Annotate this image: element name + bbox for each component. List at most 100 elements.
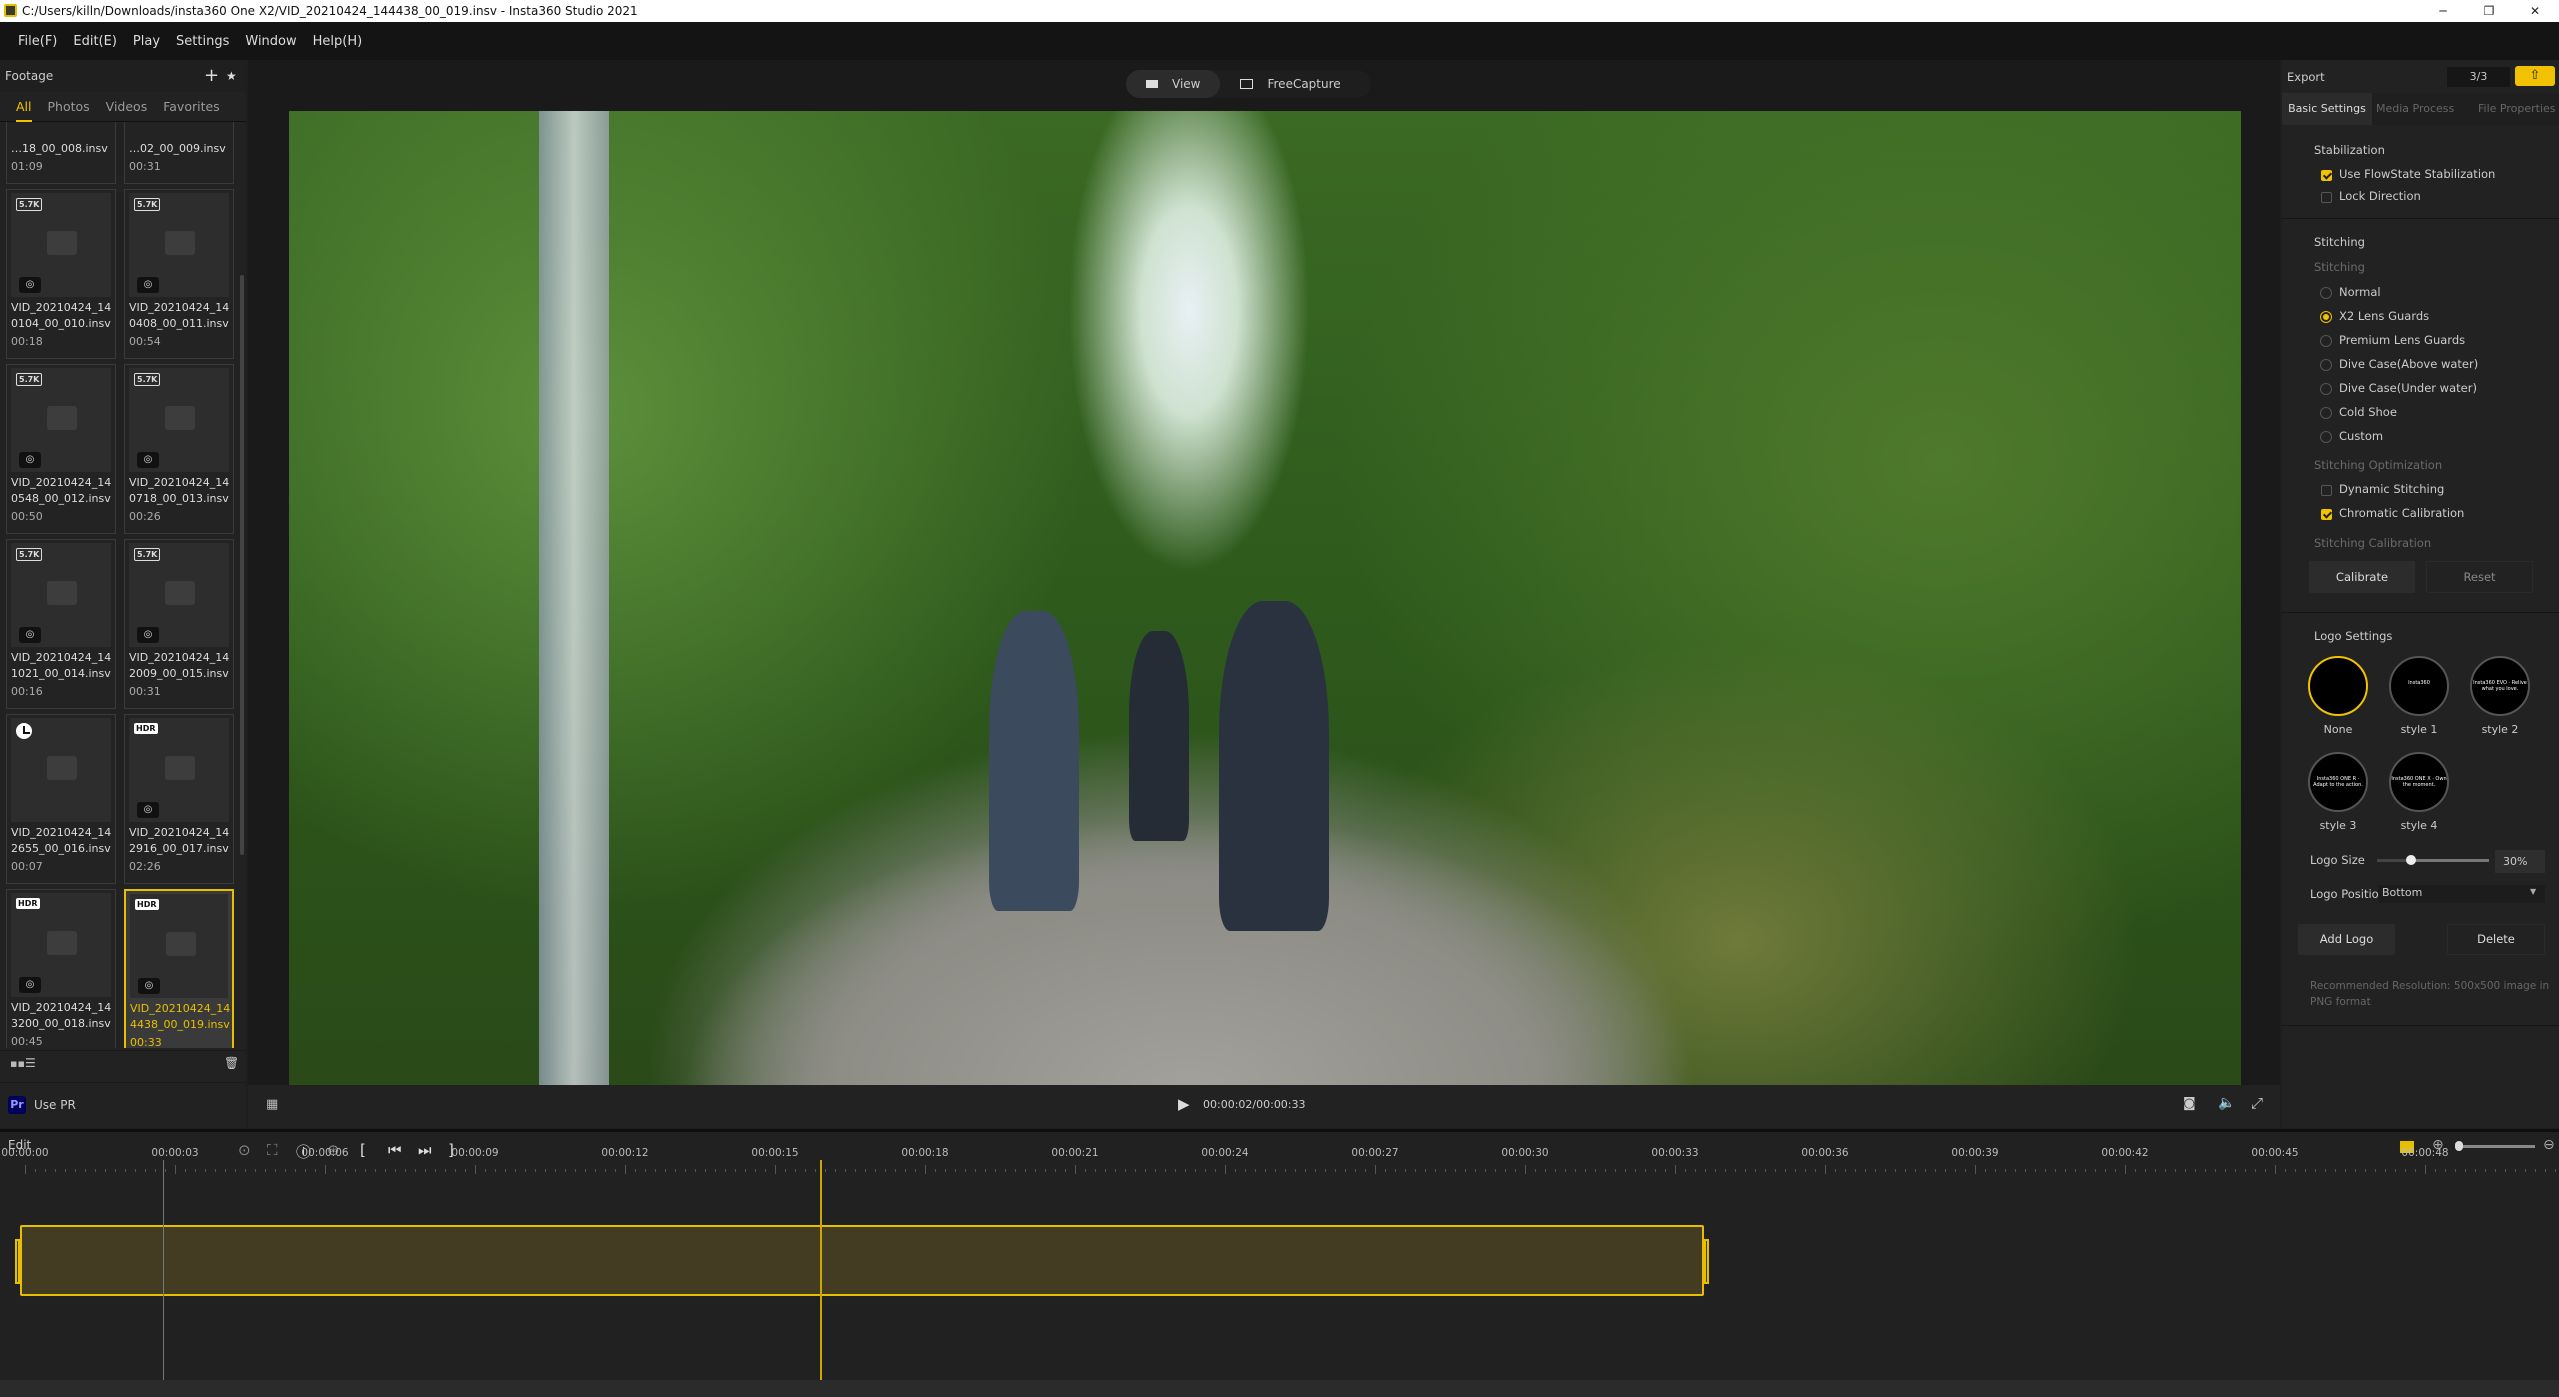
footage-item[interactable]: 5.7K ◎ VID_20210424_140718_00_013.insv 00:2… [124,364,234,534]
delete-icon[interactable]: 🗑 [224,1056,239,1070]
stitching-radio[interactable] [2320,359,2332,371]
footage-item[interactable]: 5.7K ◎ VID_20210424_140548_00_012.insv 00:5… [6,364,116,534]
tab-media-process[interactable]: Media Process [2376,93,2454,125]
next-icon[interactable]: ⏭ [418,1141,432,1159]
tab-all[interactable]: All [16,92,32,122]
footage-item[interactable]: HDR ◎ VID_20210424_144438_00_019.insv 00:33 [124,889,234,1048]
view-mode-button[interactable]: View [1126,70,1221,98]
playhead[interactable] [820,1160,822,1380]
footage-item[interactable]: 5.7K ◎ VID_20210424_142009_00_015.insv 00:3… [124,539,234,709]
menu-play[interactable]: Play [133,34,160,49]
footage-item[interactable]: 5.7K ◎ VID_20210424_141021_00_014.insv 00:1… [6,539,116,709]
time-tick-label: 00:00:00 [1,1147,49,1159]
use-pr-button[interactable]: Pr Use PR [0,1082,246,1127]
tick-mark [2245,1169,2246,1172]
logo-position-value: Bottom [2382,886,2423,899]
image-placeholder-icon [47,756,77,780]
minimize-button[interactable]: ─ [2420,0,2466,22]
footage-item[interactable]: HDR ◎ VID_20210424_143200_00_018.insv 00:45 [6,889,116,1048]
tick-mark [1305,1169,1306,1172]
stitching-radio[interactable] [2320,407,2332,419]
menu-settings[interactable]: Settings [176,34,229,49]
logo-style-option[interactable] [2308,656,2368,716]
deep-track-icon[interactable]: ⛶ [267,1141,278,1159]
stitching-radio[interactable] [2320,287,2332,299]
tick-mark [1275,1169,1276,1172]
add-favorite-icon[interactable]: ★ [226,60,237,92]
timeline-zoom-handle[interactable] [2455,1141,2463,1151]
stitching-radio[interactable] [2320,383,2332,395]
stitching-radio[interactable] [2320,431,2332,443]
tab-basic-settings[interactable]: Basic Settings [2282,93,2372,125]
logo-style-option[interactable]: Insta360 [2389,656,2449,716]
footage-item[interactable]: 5.7K◎…02_00_009.insv00:31 [124,122,234,184]
dynamic-stitching-checkbox[interactable] [2321,485,2332,496]
stitch-icon[interactable]: ▦ [266,1097,278,1112]
logo-size-slider-handle[interactable] [2405,855,2416,865]
menu-edit[interactable]: Edit(E) [73,34,117,49]
delete-logo-button[interactable]: Delete [2447,924,2545,955]
keyframe-icon[interactable]: ⊙ [238,1141,251,1159]
play-icon[interactable]: ▶ [1178,1095,1190,1113]
footage-item[interactable]: 5.7K◎…18_00_008.insv01:09 [6,122,116,184]
freecapture-mode-button[interactable]: FreeCapture [1220,70,1360,98]
time-tick-label: 00:00:42 [2101,1147,2149,1159]
lock-direction-checkbox[interactable] [2321,192,2332,203]
tab-videos[interactable]: Videos [106,92,148,122]
stitching-radio[interactable] [2320,335,2332,347]
tick-mark [1175,1169,1176,1172]
trim-start-icon[interactable]: [ [360,1141,366,1159]
tick-mark [1555,1169,1556,1172]
tick-mark [1625,1169,1626,1172]
tab-file-properties[interactable]: File Properties [2478,93,2556,125]
tick-mark [2085,1169,2086,1172]
footage-item[interactable]: VID_20210424_142655_00_016.insv 00:07 [6,714,116,884]
close-button[interactable]: ✕ [2512,0,2558,22]
menu-window[interactable]: Window [245,34,296,49]
clip-start-handle[interactable] [15,1239,20,1284]
logo-size-value[interactable]: 30% [2495,850,2545,873]
time-ruler[interactable]: 00:00:00 00:00:03 00:00:06 00:00:09 00:00:12… [0,1147,2559,1202]
footage-item[interactable]: 5.7K ◎ VID_20210424_140104_00_010.insv 00:1… [6,189,116,359]
footage-scrollbar[interactable] [240,275,244,855]
logo-style-option[interactable]: Insta360 EVO · Relive what you love. [2470,656,2530,716]
logo-style-option[interactable]: Insta360 ONE R · Adapt to the action. [2308,752,2368,812]
video-preview[interactable] [289,111,2241,1085]
clip-end-handle[interactable] [1704,1239,1709,1284]
snapshot-icon[interactable]: ◙ [2183,1096,2196,1111]
maximize-button[interactable]: ❐ [2466,0,2512,22]
timeline-zoom-slider[interactable] [2455,1141,2535,1151]
export-upload-button[interactable]: ⇧ [2515,66,2555,86]
fullscreen-icon[interactable]: ⤢ [2251,1094,2263,1112]
timeline-scrollbar[interactable] [0,1380,2559,1397]
tick-mark [1155,1169,1156,1172]
add-logo-button[interactable]: Add Logo [2298,924,2395,955]
footage-item[interactable]: 5.7K ◎ VID_20210424_140408_00_011.insv 00:5… [124,189,234,359]
file-name: …02_00_009.insv [129,142,226,155]
chromatic-calibration-checkbox[interactable] [2321,509,2332,520]
person [1219,601,1329,931]
flowstate-checkbox[interactable] [2321,170,2332,181]
zoom-out-icon[interactable]: ⊖ [2543,1137,2555,1153]
menu-file[interactable]: File(F) [18,34,57,49]
logo-position-dropdown[interactable]: Bottom ▼ [2378,885,2545,903]
file-name: VID_20210424_142009_00_015.insv [129,651,230,680]
video-clip[interactable] [15,1225,1709,1296]
logo-style-option[interactable]: Insta360 ONE X · Own the moment. [2389,752,2449,812]
list-view-icon[interactable]: ☰ [25,1056,36,1070]
stitching-radio[interactable] [2320,311,2332,323]
logo-size-slider[interactable] [2377,855,2489,865]
add-icon[interactable]: + [204,60,219,92]
menu-help[interactable]: Help(H) [313,34,363,49]
footage-item[interactable]: HDR ◎ VID_20210424_142916_00_017.insv 02:26 [124,714,234,884]
tab-favorites[interactable]: Favorites [163,92,219,122]
reset-button[interactable]: Reset [2426,561,2533,593]
calibrate-button[interactable]: Calibrate [2309,561,2415,593]
tab-photos[interactable]: Photos [48,92,90,122]
previous-icon[interactable]: ⏮ [388,1141,402,1159]
tick-mark [1605,1169,1606,1172]
tick-mark [625,1165,626,1174]
volume-icon[interactable]: 🔈 [2218,1095,2235,1111]
grid-view-icon[interactable]: ▪▪ [10,1057,25,1070]
time-tick-label: 00:00:30 [1501,1147,1549,1159]
